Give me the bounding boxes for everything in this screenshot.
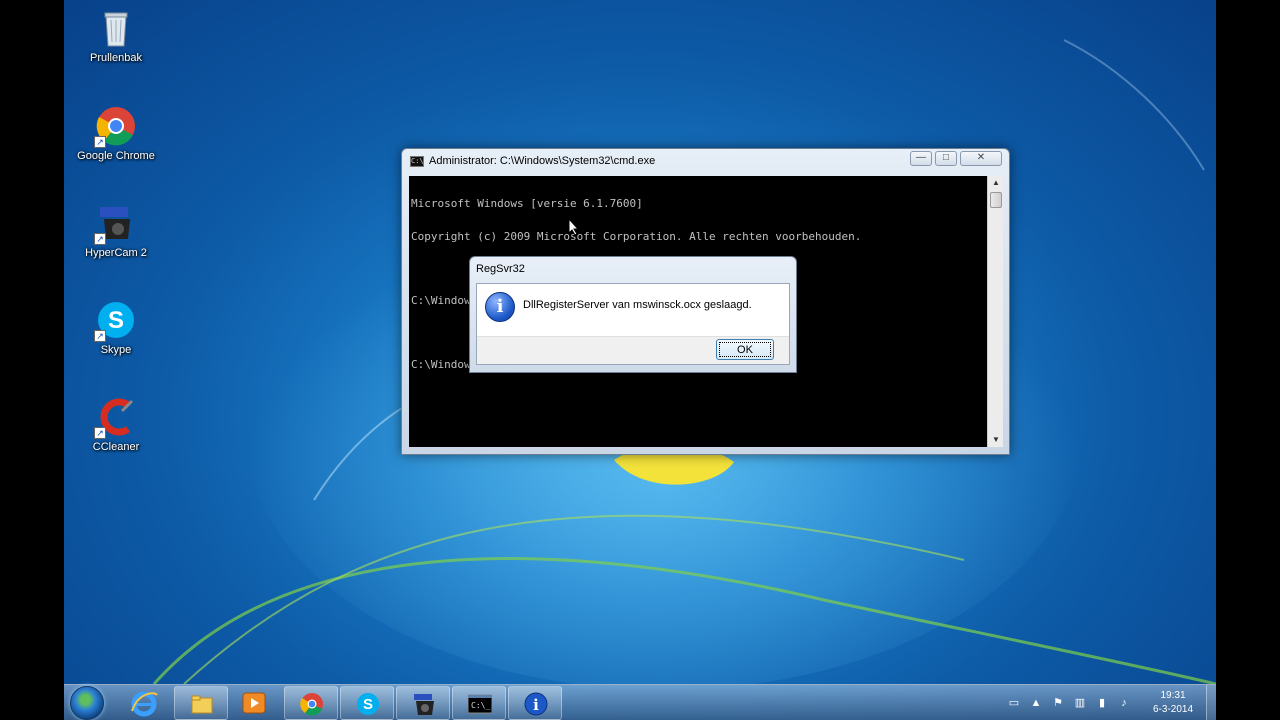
taskbar-hypercam[interactable] <box>396 686 450 720</box>
chrome-icon <box>300 693 323 716</box>
taskbar-chrome[interactable] <box>284 686 338 720</box>
desktop-icon-label: Google Chrome <box>77 150 155 162</box>
desktop-icon-label: CCleaner <box>92 441 140 453</box>
keyboard-icon[interactable]: ▭ <box>1007 696 1021 710</box>
internet-explorer-icon <box>131 691 158 717</box>
information-icon: i <box>485 292 515 322</box>
desktop-icon-recycle-bin[interactable]: Prullenbak <box>71 2 161 74</box>
svg-text:C:\_: C:\_ <box>471 701 490 710</box>
desktop-icon-label: HyperCam 2 <box>85 247 147 259</box>
shortcut-arrow-icon: ↗ <box>94 330 106 342</box>
desktop-icon-chrome[interactable]: ↗ Google Chrome <box>71 100 161 172</box>
shortcut-arrow-icon: ↗ <box>94 233 106 245</box>
maximize-button[interactable]: □ <box>935 151 957 166</box>
desktop-icon-label: Prullenbak <box>90 52 142 64</box>
volume-icon[interactable]: ♪ <box>1117 696 1131 710</box>
network-icon[interactable]: ▥ <box>1073 696 1087 710</box>
hypercam-icon: ↗ <box>94 203 136 245</box>
console-line: Microsoft Windows [versie 6.1.7600] <box>411 197 643 211</box>
vertical-scrollbar[interactable]: ▲ ▼ <box>987 176 1003 447</box>
desktop[interactable]: Prullenbak ↗ Google Chrome ↗ HyperCam 2 … <box>64 0 1216 720</box>
cmd-icon: C:\_ <box>468 694 492 714</box>
svg-text:i: i <box>533 696 539 714</box>
battery-icon[interactable]: ▮ <box>1095 696 1109 710</box>
start-button[interactable] <box>70 686 104 720</box>
dialog-message: DllRegisterServer van mswinsck.ocx gesla… <box>523 299 752 311</box>
mouse-cursor-icon <box>568 218 580 236</box>
svg-text:S: S <box>108 307 124 334</box>
taskbar-explorer[interactable] <box>174 686 228 720</box>
clock[interactable]: 19:31 6-3-2014 <box>1146 689 1200 717</box>
action-center-flag-icon[interactable]: ⚑ <box>1051 696 1065 710</box>
information-icon: i <box>524 692 548 716</box>
dialog-title: RegSvr32 <box>476 263 525 275</box>
scroll-down-icon[interactable]: ▼ <box>988 433 1004 447</box>
taskbar-media-player[interactable] <box>238 687 270 719</box>
skype-icon: S <box>357 693 379 715</box>
console-line: Copyright (c) 2009 Microsoft Corporation… <box>411 229 862 243</box>
taskbar-skype[interactable]: S <box>340 686 394 720</box>
cmd-title-text: Administrator: C:\Windows\System32\cmd.e… <box>429 155 656 167</box>
shortcut-arrow-icon: ↗ <box>94 136 106 148</box>
taskbar-regsvr32[interactable]: i <box>508 686 562 720</box>
clock-date: 6-3-2014 <box>1152 704 1194 715</box>
hypercam-icon <box>414 694 434 715</box>
regsvr32-dialog[interactable]: RegSvr32 i DllRegisterServer van mswinsc… <box>469 256 797 373</box>
shortcut-arrow-icon: ↗ <box>94 427 106 439</box>
close-button[interactable]: ✕ <box>960 151 1002 166</box>
recycle-bin-icon <box>96 8 136 48</box>
desktop-icon-label: Skype <box>100 344 132 356</box>
show-desktop-button[interactable] <box>1206 685 1216 720</box>
dialog-body: i DllRegisterServer van mswinsck.ocx ges… <box>476 283 790 365</box>
scroll-thumb[interactable] <box>990 192 1002 208</box>
show-hidden-icons-icon[interactable]: ▲ <box>1029 696 1043 710</box>
taskbar[interactable]: S C:\_ i ▭ ▲ ⚑ ▥ ▮ ♪ 19:31 6-3-2014 <box>64 684 1216 720</box>
explorer-folder-icon <box>191 695 213 714</box>
clock-time: 19:31 <box>1160 690 1186 701</box>
cmd-titlebar[interactable]: C:\ Administrator: C:\Windows\System32\c… <box>410 155 655 167</box>
skype-icon: S ↗ <box>94 300 136 342</box>
scroll-up-icon[interactable]: ▲ <box>988 176 1004 190</box>
svg-text:S: S <box>363 696 373 713</box>
desktop-icon-skype[interactable]: S ↗ Skype <box>71 294 161 366</box>
desktop-icon-ccleaner[interactable]: ↗ CCleaner <box>71 391 161 463</box>
dialog-footer: OK <box>477 336 789 364</box>
taskbar-internet-explorer[interactable] <box>128 687 160 719</box>
chrome-icon: ↗ <box>94 106 136 148</box>
ok-button[interactable]: OK <box>716 339 774 360</box>
system-tray[interactable]: ▭ ▲ ⚑ ▥ ▮ ♪ <box>1007 691 1131 715</box>
media-player-icon <box>242 692 266 714</box>
taskbar-cmd[interactable]: C:\_ <box>452 686 506 720</box>
desktop-icon-hypercam[interactable]: ↗ HyperCam 2 <box>71 197 161 269</box>
cmd-icon: C:\ <box>410 155 424 167</box>
ccleaner-icon: ↗ <box>94 397 136 439</box>
minimize-button[interactable]: — <box>910 151 932 166</box>
